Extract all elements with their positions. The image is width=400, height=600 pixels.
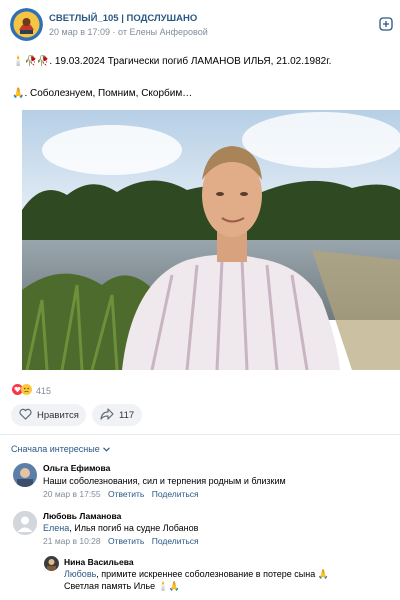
sad-reaction-icon	[21, 382, 32, 400]
comment-time[interactable]: 21 мар в 10:28	[43, 536, 101, 546]
comment-text: Елена, Илья погиб на судне Лобанов	[43, 523, 198, 533]
comment-author[interactable]: Любовь Ламанова	[43, 511, 121, 521]
reaction-count: 415	[36, 386, 52, 396]
comment-meta: 20 мар в 17:55 Ответить Поделиться	[43, 489, 199, 499]
comment: Любовь Ламанова Елена, Илья погиб на суд…	[0, 506, 400, 552]
heart-outline-icon	[19, 408, 32, 423]
mention-link[interactable]: Елена	[43, 523, 69, 533]
share-link[interactable]: Поделиться	[152, 489, 199, 499]
reply-link[interactable]: Ответить	[108, 536, 144, 546]
reply-link[interactable]: Ответить	[108, 489, 144, 499]
divider	[0, 434, 400, 435]
avatar[interactable]	[44, 556, 59, 571]
comment-author[interactable]: Нина Васильева	[64, 557, 134, 567]
reactions[interactable]: 415	[12, 384, 51, 398]
comment-meta: 21 мар в 10:28 Ответить Поделиться	[43, 536, 199, 546]
post-text-line2: 🙏. Соболезнуем, Помним, Скорбим…	[12, 88, 193, 99]
post-header: СВЕТЛЫЙ_105 | ПОДСЛУШАНО 20 мар в 17:09 …	[0, 0, 400, 48]
comment-reply: Нина Васильева Любовь, примите искреннее…	[0, 554, 400, 600]
comment-text: Наши соболезнования, сил и терпения родн…	[43, 476, 286, 486]
group-name[interactable]: СВЕТЛЫЙ_105 | ПОДСЛУШАНО	[49, 13, 197, 24]
like-button[interactable]: Нравится	[11, 404, 86, 426]
mention-link[interactable]: Любовь	[64, 569, 96, 579]
comment: Ольга Ефимова Наши соболезнования, сил и…	[0, 458, 400, 503]
share-button[interactable]: 117	[92, 404, 142, 426]
post-meta: 20 мар в 17:09 · от Елены Анферовой	[49, 27, 208, 37]
share-link[interactable]: Поделиться	[152, 536, 199, 546]
chevron-down-icon	[102, 444, 110, 454]
post-photo[interactable]	[22, 110, 400, 370]
post-text-line1: 🕯️🥀🥀. 19.03.2024 Трагически погиб ЛАМАНО…	[12, 56, 332, 67]
add-icon[interactable]	[379, 17, 393, 31]
comments-sort[interactable]: Сначала интересные	[11, 444, 110, 454]
group-avatar[interactable]	[10, 8, 43, 41]
share-arrow-icon	[100, 407, 114, 423]
comments-sort-label: Сначала интересные	[11, 444, 100, 454]
share-count: 117	[119, 409, 135, 421]
comment-time[interactable]: 20 мар в 17:55	[43, 489, 101, 499]
avatar[interactable]	[13, 463, 37, 487]
comment-text: Любовь, примите искреннее соболезнование…	[64, 569, 329, 580]
avatar[interactable]	[13, 511, 37, 535]
comment-text-body: , Илья погиб на судне Лобанов	[69, 523, 199, 533]
like-label: Нравится	[37, 409, 79, 421]
comment-text-line2: Светлая память Илье 🕯️🙏	[64, 581, 181, 591]
comment-text-body: , примите искреннее соболезнование в пот…	[96, 569, 329, 579]
comment-author[interactable]: Ольга Ефимова	[43, 463, 110, 473]
